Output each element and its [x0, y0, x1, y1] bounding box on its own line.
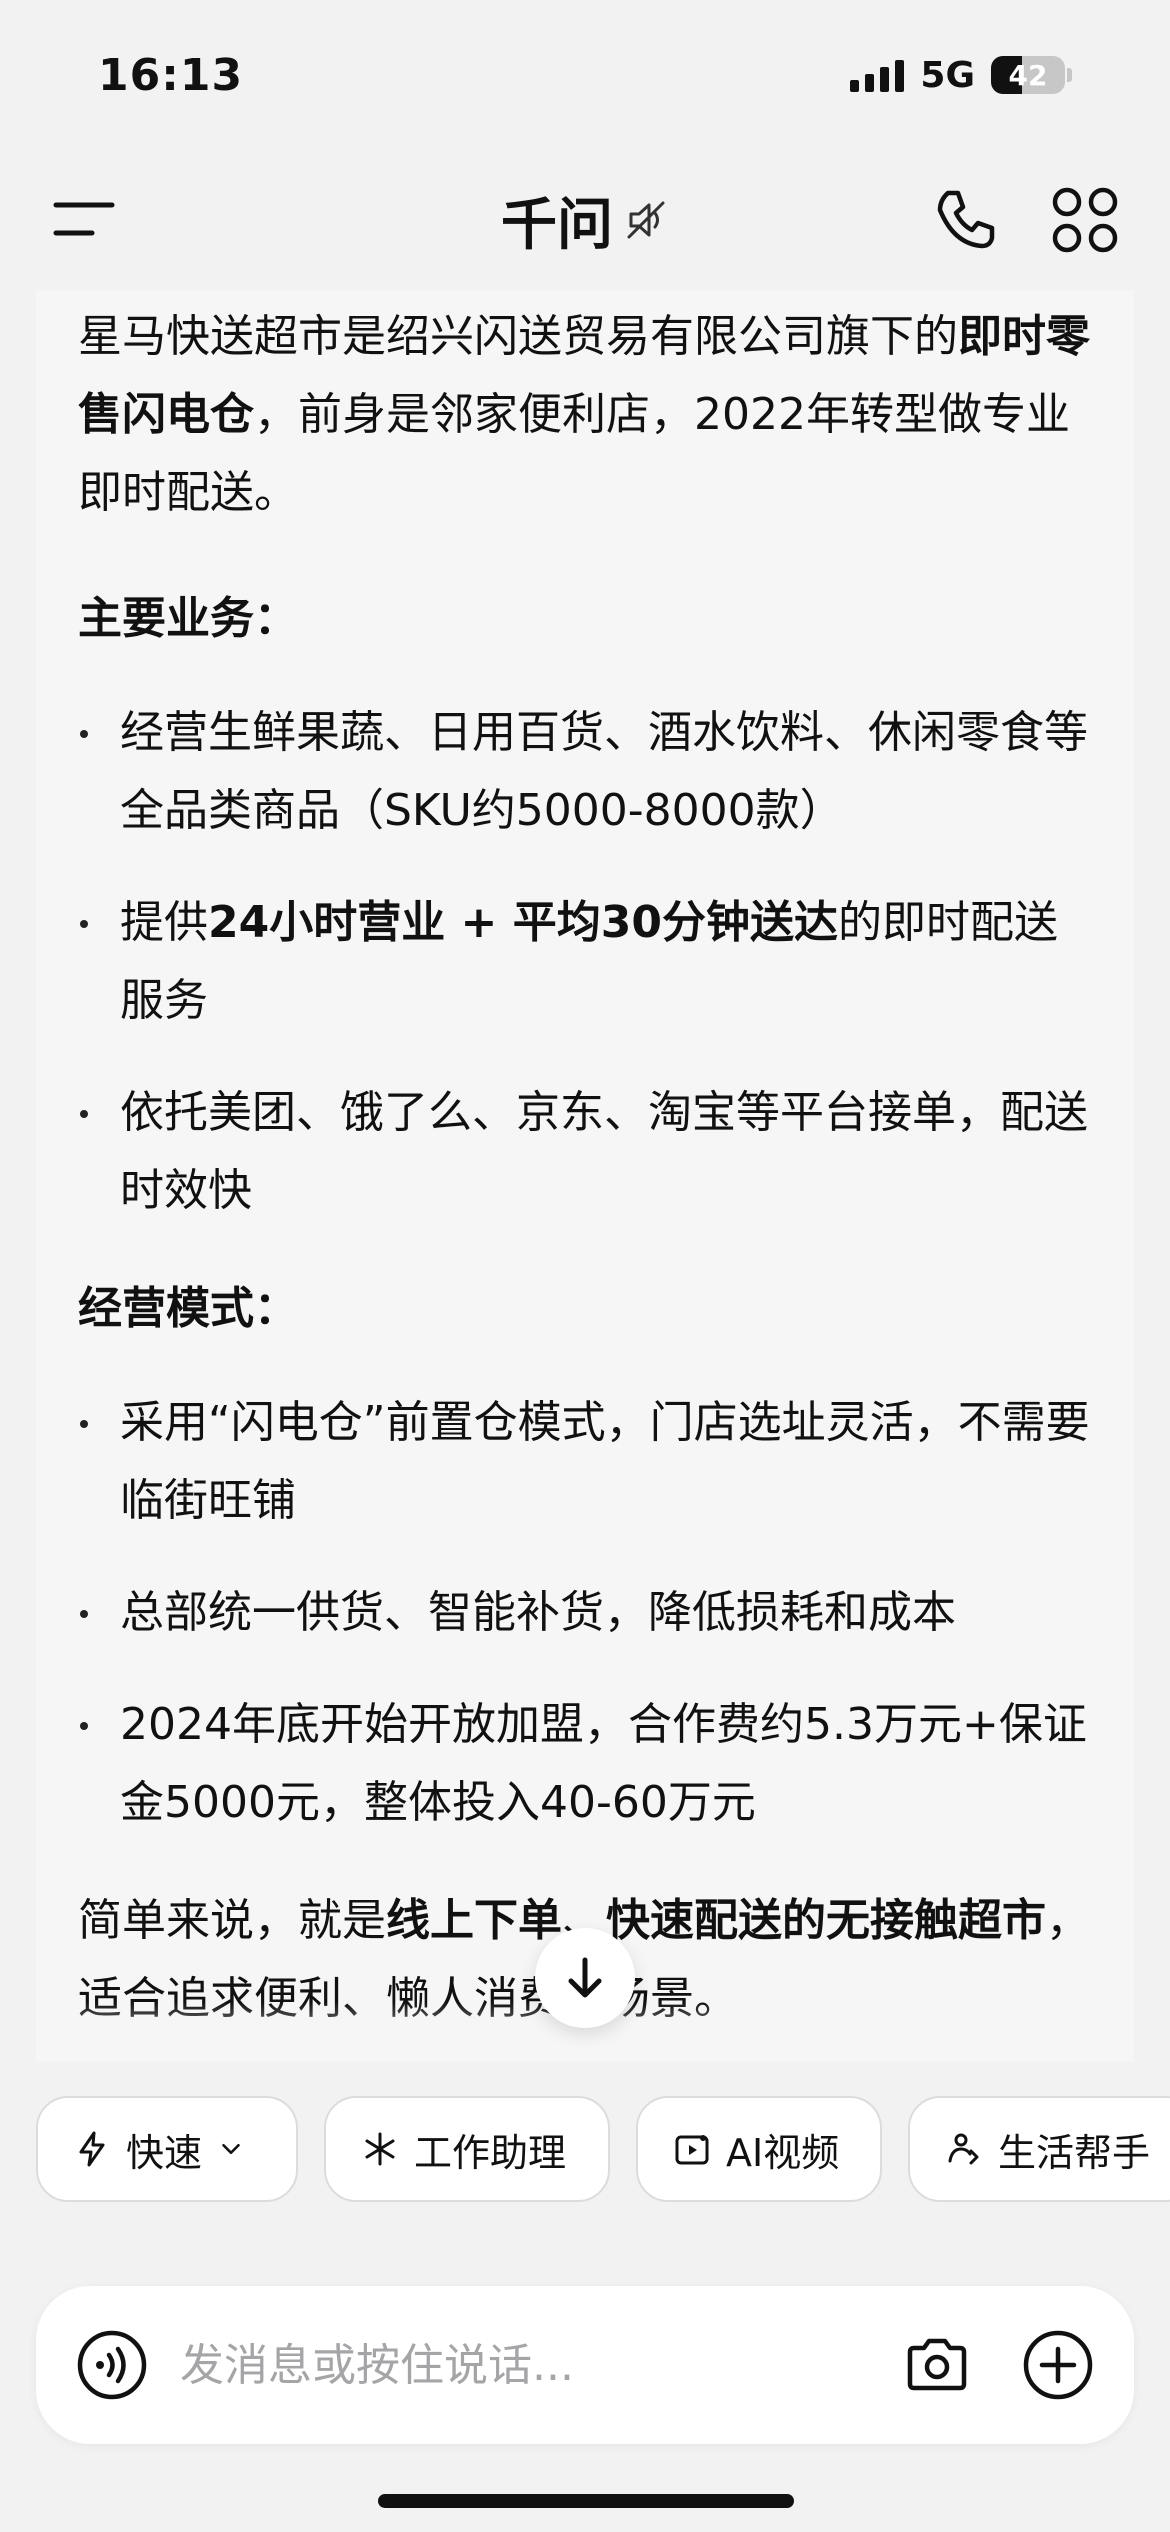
battery-icon: 42 [991, 56, 1072, 94]
list-item: 依托美团、饿了么、京东、淘宝等平台接单，配送时效快 [78, 1074, 1092, 1230]
chip-ai-video[interactable]: AI视频 [636, 2096, 882, 2202]
message-input[interactable] [178, 2338, 902, 2392]
sparkle-icon [365, 2132, 395, 2166]
battery-percent: 42 [1008, 58, 1048, 92]
video-icon [675, 2135, 709, 2165]
phone-call-icon[interactable] [930, 185, 1000, 255]
nav-bar: 千问 [0, 150, 1170, 290]
model-list: 采用“闪电仓”前置仓模式，门店选址灵活，不需要临街旺铺 总部统一供货、智能补货，… [78, 1384, 1092, 1842]
chip-fast[interactable]: 快速 [36, 2096, 298, 2202]
apps-grid-icon[interactable] [1050, 185, 1120, 255]
add-icon[interactable] [1022, 2329, 1094, 2401]
page-title: 千问 [501, 180, 669, 261]
status-time: 16:13 [98, 49, 244, 101]
business-list: 经营生鲜果蔬、日用百货、酒水饮料、休闲零食等全品类商品（SKU约5000-800… [78, 694, 1092, 1230]
voice-input-icon[interactable] [76, 2329, 148, 2401]
section-title-business: 主要业务： [78, 593, 298, 644]
status-indicators: 5G 42 [850, 55, 1072, 96]
chip-work-assistant[interactable]: 工作助理 [324, 2096, 610, 2202]
scroll-to-bottom-button[interactable] [535, 1928, 635, 2028]
chevron-down-icon [222, 2143, 240, 2155]
menu-icon[interactable] [52, 195, 116, 245]
chip-label: AI视频 [726, 2130, 840, 2175]
network-type: 5G [920, 54, 975, 96]
chip-label: 生活帮手 [998, 2130, 1151, 2175]
chip-label: 快速 [126, 2130, 203, 2175]
mode-chips: 快速 工作助理 AI视频 生活帮手 [36, 2096, 1170, 2204]
camera-icon[interactable] [902, 2330, 972, 2400]
section-title-model: 经营模式： [78, 1283, 298, 1334]
lightning-icon [79, 2131, 105, 2167]
list-item: 2024年底开始开放加盟，合作费约5.3万元+保证金5000元，整体投入40-6… [78, 1686, 1092, 1842]
list-item: 经营生鲜果蔬、日用百货、酒水饮料、休闲零食等全品类商品（SKU约5000-800… [78, 694, 1092, 850]
home-indicator[interactable] [378, 2494, 794, 2508]
chip-life-helper[interactable]: 生活帮手 [908, 2096, 1170, 2202]
list-item: 提供24小时营业 + 平均30分钟送达的即时配送服务 [78, 884, 1092, 1040]
cellular-signal-icon [850, 58, 905, 92]
message-composer [36, 2286, 1134, 2444]
list-item: 总部统一供货、智能补货，降低损耗和成本 [78, 1574, 1092, 1652]
speaker-muted-icon[interactable] [623, 197, 669, 243]
status-bar: 16:13 5G 42 [0, 0, 1170, 150]
chip-label: 工作助理 [414, 2130, 567, 2175]
list-item: 采用“闪电仓”前置仓模式，门店选址灵活，不需要临街旺铺 [78, 1384, 1092, 1540]
assistant-message: 星马快送超市是绍兴闪送贸易有限公司旗下的即时零售闪电仓，前身是邻家便利店，202… [36, 290, 1134, 2062]
life-helper-icon [948, 2133, 979, 2165]
page-title-text: 千问 [501, 192, 613, 258]
arrow-down-icon [568, 1957, 602, 1998]
intro-paragraph: 星马快送超市是绍兴闪送贸易有限公司旗下的即时零售闪电仓，前身是邻家便利店，202… [78, 311, 1090, 518]
